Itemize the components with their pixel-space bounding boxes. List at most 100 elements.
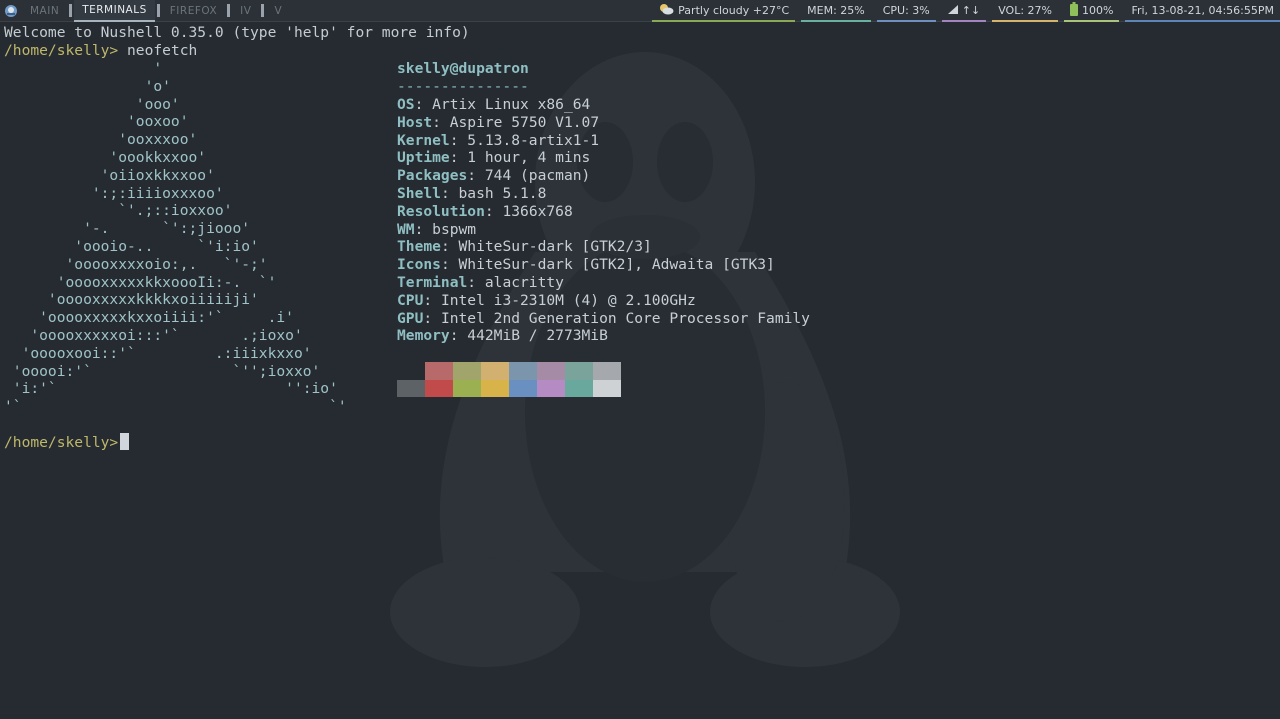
ascii-art-line: 'ooooi:'` `'';ioxxo' [4,362,321,380]
weather-text: Partly cloudy +27°C [678,3,790,17]
info-line: Resolution: 1366x768 [397,203,573,221]
weather-module[interactable]: Partly cloudy +27°C [652,0,796,22]
battery-text: 100% [1081,3,1114,17]
info-key: Packages [397,167,468,185]
info-colon: : [449,131,459,149]
info-key: OS [397,96,415,113]
info-line: Theme: WhiteSur-dark [GTK2/3] [397,238,652,256]
info-key: WM [397,220,415,238]
info-key: GPU [397,309,424,327]
ascii-art-line: `'.;::ioxxoo' [4,202,233,220]
info-line: Memory: 442MiB / 2773MiB [397,327,608,345]
info-colon: : [440,185,450,202]
ascii-art-line: 'ooooxooi::'` .:iiixkxxo' [4,344,312,362]
workspace-separator [156,4,160,17]
terminal-window[interactable]: Welcome to Nushell 0.35.0 (type 'help' f… [0,22,1280,719]
color-swatch [593,379,621,397]
workspace-separator [227,4,231,17]
info-value: Artix Linux x86_64 [423,96,591,113]
cpu-text: CPU: 3% [882,3,930,17]
color-swatch [565,379,593,397]
info-value: Intel i3-2310M (4) @ 2.100GHz [432,291,696,309]
clock-module[interactable]: Fri, 13-08-21, 04:56:55PM [1125,0,1280,22]
ascii-art-line: 'ooo' [4,95,180,113]
workspace-v[interactable]: V [266,0,290,22]
info-line: Host: Aspire 5750 V1.07 [397,114,599,132]
info-line: Uptime: 1 hour, 4 mins [397,149,590,167]
color-swatch [425,362,453,380]
info-key: Shell [397,185,441,202]
workspace-terminals[interactable]: TERMINALS [74,0,155,22]
color-swatch [397,362,425,380]
cpu-module[interactable]: CPU: 3% [876,0,936,22]
info-key: Terminal [397,274,468,291]
info-value: 442MiB / 2773MiB [458,327,608,345]
signal-icon [947,4,958,17]
status-bar: MAIN TERMINALS FIREFOX IV V Partly cloud… [0,0,1280,22]
info-colon: : [423,291,433,309]
info-line: Kernel: 5.13.8-artix1-1 [397,132,599,150]
info-value: 1366x768 [493,202,573,220]
color-swatch [537,362,565,380]
info-colon: : [449,327,459,345]
command-text: neofetch [118,42,198,59]
battery-module[interactable]: 100% [1063,0,1120,22]
prompt-line: /home/skelly> neofetch [4,42,197,60]
ascii-art-line: 'ooooxxxxoio:,. `'-;' [4,255,268,273]
ascii-art-line: 'o' [4,77,171,95]
info-colon: : [440,256,450,274]
battery-icon [1069,1,1078,19]
color-swatch [509,379,537,397]
welcome-message: Welcome to Nushell 0.35.0 (type 'help' f… [4,24,470,41]
color-swatch [453,362,481,380]
ascii-art-line: 'ooooxxxxxkkkkxoiiiiiji' [4,291,259,309]
color-swatch [453,379,481,397]
info-colon: : [467,274,477,291]
ascii-art-line: 'i:'` '':io' [4,380,338,398]
color-swatch [481,379,509,397]
color-swatch [397,379,425,397]
info-colon: : [440,238,450,256]
distro-logo-icon [0,0,22,22]
ascii-art-line: '-. `':;jiooo' [4,220,251,238]
ascii-art-line: 'ooxoo' [4,113,189,131]
ascii-art-line: 'ooooxxxxxoi:::'` .;ioxo' [4,327,303,344]
partly-cloudy-icon [658,3,674,18]
ascii-art-line: '` `' [4,398,347,416]
memory-module[interactable]: MEM: 25% [801,0,871,22]
ascii-art-line: 'oooio-.. `'i:io' [4,238,259,255]
info-line: Packages: 744 (pacman) [397,167,590,185]
info-value: 5.13.8-artix1-1 [458,131,600,149]
prompt-line-current[interactable]: /home/skelly> [4,433,130,452]
info-value: 744 (pacman) [476,167,591,185]
info-key: Kernel [397,131,450,149]
text-cursor [120,433,130,450]
info-line: CPU: Intel i3-2310M (4) @ 2.100GHz [397,292,696,310]
info-value: Intel 2nd Generation Core Processor Fami… [432,309,810,327]
datetime-text: Fri, 13-08-21, 04:56:55PM [1131,3,1274,17]
network-module[interactable]: ↑↓ [941,0,987,22]
info-line: OS: Artix Linux x86_64 [397,96,590,114]
info-line: GPU: Intel 2nd Generation Core Processor… [397,310,810,328]
volume-module[interactable]: VOL: 27% [992,0,1058,22]
info-line: Shell: bash 5.1.8 [397,185,546,203]
info-colon: : [484,202,494,220]
info-key: Resolution [397,202,485,220]
workspace-iv[interactable]: IV [232,0,259,22]
ascii-art-line: 'oiioxkkxxoo' [4,166,215,184]
info-value: WhiteSur-dark [GTK2/3] [449,238,652,256]
color-swatch [537,379,565,397]
color-swatch [509,362,537,380]
network-text: ↑↓ [961,3,981,17]
info-value: bash 5.1.8 [449,185,547,202]
workspace-separator [69,4,73,17]
prompt-path: /home/skelly> [4,434,119,451]
ascii-art-line: 'ooooxxxxxkxxoiiii:'` .i' [4,309,294,327]
info-colon: : [423,309,433,327]
workspace-firefox[interactable]: FIREFOX [162,0,225,22]
info-colon: : [449,149,459,167]
info-key: Memory [397,327,450,345]
volume-text: VOL: 27% [998,3,1052,17]
workspace-main[interactable]: MAIN [22,0,67,22]
color-swatch [425,379,453,397]
